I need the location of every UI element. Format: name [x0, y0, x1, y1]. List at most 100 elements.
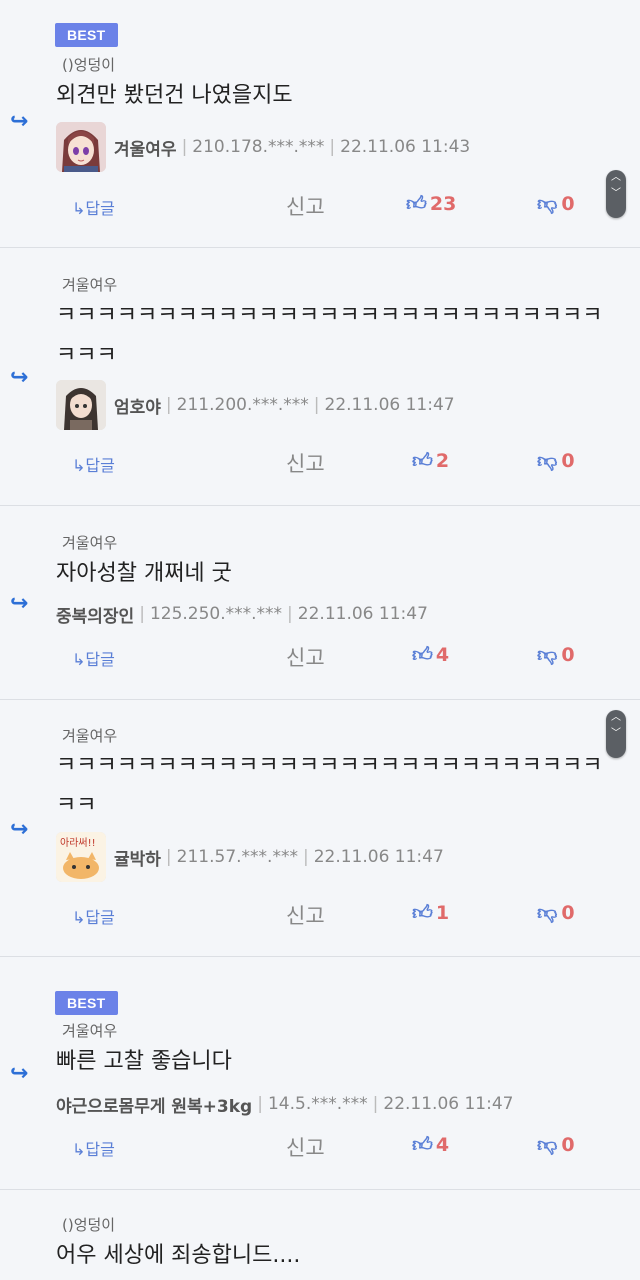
author-nick[interactable]: 겨울여우	[114, 135, 177, 160]
comment-meta: 아라써!! 귤박하 | 211.57.***.*** | 22.11.06 11…	[56, 832, 620, 882]
dislike-button[interactable]: 👎︎ 0	[537, 900, 575, 925]
reply-button[interactable]: ↳답글	[72, 452, 115, 476]
avatar[interactable]: 아라써!!	[56, 832, 106, 882]
comment-item: 겨울여우 ㅋㅋㅋㅋㅋㅋㅋㅋㅋㅋㅋㅋㅋㅋㅋㅋㅋㅋㅋㅋㅋㅋㅋㅋㅋㅋㅋㅋㅋㅋ ↪ 엄호…	[0, 248, 640, 506]
reply-button[interactable]: ↳답글	[72, 904, 115, 928]
comment-item: 겨울여우 자아성찰 개쩌네 굿 ↪ 중복의장인 | 125.250.***.**…	[0, 506, 640, 700]
thumbs-down-icon: 👎︎	[537, 1132, 558, 1156]
reply-label: 답글	[85, 199, 115, 218]
author-nick[interactable]: 중복의장인	[56, 602, 134, 627]
like-button[interactable]: 👍︎ 2	[412, 448, 449, 473]
reply-arrow-icon: ↪	[10, 1061, 29, 1086]
reply-label: 답글	[85, 908, 115, 927]
meta-divider: |	[313, 395, 320, 415]
comment-text: 어우 세상에 죄송합니드....	[56, 1243, 301, 1268]
meta-divider: |	[165, 847, 172, 867]
like-count: 4	[435, 643, 450, 666]
like-count: 1	[435, 901, 450, 924]
report-button[interactable]: 신고	[286, 448, 325, 478]
reply-to-nick: 겨울여우	[62, 727, 118, 745]
report-button[interactable]: 신고	[286, 642, 325, 672]
meta-divider: |	[329, 137, 336, 157]
thumbs-up-icon: 👍︎	[412, 448, 433, 472]
author-nick[interactable]: 야근으로몸무게 원복+3kg	[56, 1092, 252, 1117]
author-ip: 14.5.***.***	[267, 1094, 368, 1114]
scroll-handle-icon[interactable]: ︿ ﹀	[606, 710, 626, 758]
meta-divider: |	[165, 395, 172, 415]
dislike-button[interactable]: 👎︎ 0	[537, 1132, 575, 1157]
reply-arrow-icon: ↪	[10, 591, 29, 616]
report-button[interactable]: 신고	[286, 900, 325, 930]
like-button[interactable]: 👍︎ 4	[412, 642, 449, 667]
comment-actions: ↳답글 신고 👍︎ 2 👎︎ 0	[0, 444, 640, 480]
comment-date: 22.11.06 11:47	[313, 847, 444, 867]
cartoon-cat-avatar: 아라써!!	[56, 832, 106, 882]
dislike-button[interactable]: 👎︎ 0	[537, 448, 575, 473]
best-badge: BEST	[55, 23, 118, 47]
report-button[interactable]: 신고	[286, 1132, 325, 1162]
dislike-count: 0	[561, 449, 575, 472]
reply-button[interactable]: ↳답글	[72, 195, 115, 219]
avatar[interactable]	[56, 122, 106, 172]
like-button[interactable]: 👍︎ 23	[406, 191, 456, 216]
comment-text: 빠른 고찰 좋습니다	[56, 1049, 232, 1074]
comment-date: 22.11.06 11:47	[324, 395, 455, 415]
meta-divider: |	[257, 1094, 263, 1114]
reply-button[interactable]: ↳답글	[72, 1136, 115, 1160]
reply-label: 답글	[85, 456, 115, 475]
comment-text: ㅋㅋㅋㅋㅋㅋㅋㅋㅋㅋㅋㅋㅋㅋㅋㅋㅋㅋㅋㅋㅋㅋㅋㅋㅋㅋㅋㅋㅋ	[56, 753, 603, 818]
comment-actions: ↳답글 신고 👍︎ 23 👎︎ 0	[0, 187, 640, 223]
meta-divider: |	[139, 604, 145, 624]
comment-item: BEST 겨울여우 빠른 고찰 좋습니다 ↪ 야근으로몸무게 원복+3kg | …	[0, 957, 640, 1190]
reply-arrow-icon: ↪	[10, 817, 29, 842]
comment-date: 22.11.06 11:43	[340, 137, 471, 157]
dislike-button[interactable]: 👎︎ 0	[537, 191, 575, 216]
reply-to-nick: 겨울여우	[62, 1022, 118, 1040]
thumbs-down-icon: 👎︎	[537, 191, 558, 215]
thumbs-down-icon: 👎︎	[537, 448, 558, 472]
meta-divider: |	[181, 137, 188, 157]
meta-divider: |	[372, 1094, 379, 1114]
dark-hair-girl-avatar	[56, 380, 106, 430]
report-button[interactable]: 신고	[286, 191, 325, 221]
thumbs-up-icon: 👍︎	[412, 1132, 433, 1156]
comment-date: 22.11.06 11:47	[383, 1094, 514, 1114]
author-ip: 210.178.***.***	[192, 137, 325, 157]
meta-divider: |	[287, 604, 293, 624]
like-button[interactable]: 👍︎ 1	[412, 900, 449, 925]
meta-divider: |	[302, 847, 309, 867]
thumbs-down-icon: 👎︎	[537, 900, 558, 924]
avatar-caption: 아라써!!	[60, 837, 96, 849]
avatar[interactable]	[56, 380, 106, 430]
best-badge: BEST	[55, 991, 118, 1015]
comment-meta: 중복의장인 | 125.250.***.*** | 22.11.06 11:47	[56, 590, 620, 638]
like-count: 23	[429, 192, 457, 215]
comment-item: BEST ()엉덩이 외견만 봤던건 나였을지도 ↪ 겨울여우 | 210.17…	[0, 0, 640, 248]
comment-text: ㅋㅋㅋㅋㅋㅋㅋㅋㅋㅋㅋㅋㅋㅋㅋㅋㅋㅋㅋㅋㅋㅋㅋㅋㅋㅋㅋㅋㅋㅋ	[56, 303, 603, 368]
reply-to-nick: 겨울여우	[62, 534, 118, 552]
thumbs-down-icon: 👎︎	[537, 642, 558, 666]
comment-meta: 엄호야 | 211.200.***.*** | 22.11.06 11:47	[56, 380, 620, 430]
author-ip: 211.57.***.***	[176, 847, 298, 867]
comment-item: ()엉덩이 어우 세상에 죄송합니드....	[0, 1190, 640, 1280]
reply-label: 답글	[85, 1140, 115, 1159]
author-nick[interactable]: 엄호야	[114, 393, 161, 418]
reply-to-nick: ()엉덩이	[62, 56, 116, 74]
like-count: 4	[435, 1133, 450, 1156]
author-ip: 125.250.***.***	[149, 604, 283, 624]
comment-item: 겨울여우 ㅋㅋㅋㅋㅋㅋㅋㅋㅋㅋㅋㅋㅋㅋㅋㅋㅋㅋㅋㅋㅋㅋㅋㅋㅋㅋㅋㅋㅋ ↪ 아라써…	[0, 700, 640, 957]
reply-to-nick: ()엉덩이	[62, 1216, 116, 1234]
like-count: 2	[435, 449, 450, 472]
dislike-count: 0	[561, 901, 575, 924]
reply-arrow-icon: ↪	[10, 109, 29, 134]
thumbs-up-icon: 👍︎	[406, 191, 427, 215]
dislike-button[interactable]: 👎︎ 0	[537, 642, 575, 667]
dislike-count: 0	[561, 192, 575, 215]
like-button[interactable]: 👍︎ 4	[412, 1132, 449, 1157]
author-nick[interactable]: 귤박하	[114, 845, 161, 870]
dislike-count: 0	[561, 643, 575, 666]
scroll-handle-icon[interactable]: ︿ ﹀	[606, 170, 626, 218]
thumbs-up-icon: 👍︎	[412, 642, 433, 666]
thumbs-up-icon: 👍︎	[412, 900, 433, 924]
reply-button[interactable]: ↳답글	[72, 646, 115, 670]
